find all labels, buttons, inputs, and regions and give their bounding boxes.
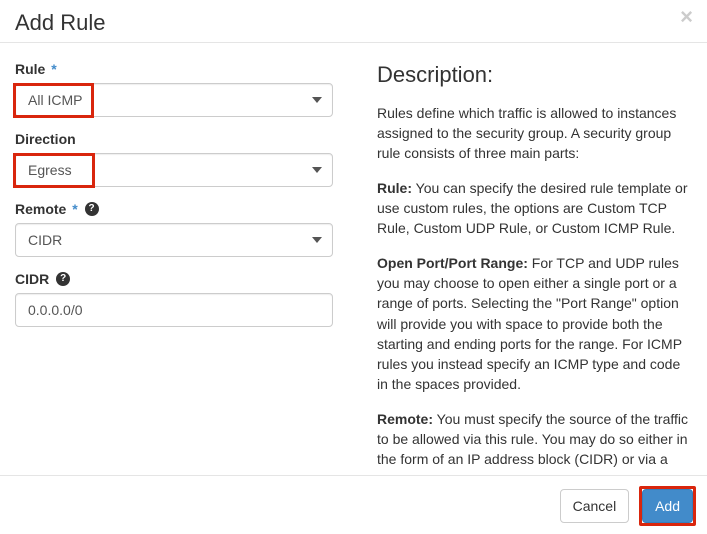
remote-group: Remote * ? CIDR bbox=[15, 201, 355, 257]
desc-remote-head: Remote: bbox=[377, 411, 433, 427]
remote-select[interactable]: CIDR bbox=[15, 223, 333, 257]
description-remote: Remote: You must specify the source of t… bbox=[377, 409, 692, 473]
direction-label: Direction bbox=[15, 131, 76, 147]
form-column: Rule * All ICMP Direction bbox=[15, 43, 355, 473]
required-star: * bbox=[72, 201, 77, 217]
dialog-footer: Cancel Add bbox=[0, 475, 707, 534]
help-icon[interactable]: ? bbox=[85, 202, 99, 216]
close-icon[interactable]: × bbox=[680, 6, 693, 28]
chevron-down-icon bbox=[312, 237, 322, 243]
dialog-body: Rule * All ICMP Direction bbox=[0, 43, 707, 473]
cidr-label: CIDR bbox=[15, 271, 49, 287]
cidr-input-value: 0.0.0.0/0 bbox=[28, 302, 83, 318]
rule-group: Rule * All ICMP bbox=[15, 61, 355, 117]
rule-select[interactable]: All ICMP bbox=[15, 83, 333, 117]
chevron-down-icon bbox=[312, 97, 322, 103]
desc-rule-body: You can specify the desired rule templat… bbox=[377, 180, 688, 237]
description-column: Description: Rules define which traffic … bbox=[355, 43, 692, 473]
cancel-button[interactable]: Cancel bbox=[560, 489, 630, 523]
remote-label: Remote bbox=[15, 201, 66, 217]
rule-select-value: All ICMP bbox=[28, 92, 82, 108]
description-rule: Rule: You can specify the desired rule t… bbox=[377, 178, 692, 239]
add-rule-dialog: Add Rule × Rule * All ICMP Di bbox=[0, 0, 707, 534]
remote-select-value: CIDR bbox=[28, 232, 62, 248]
description-port: Open Port/Port Range: For TCP and UDP ru… bbox=[377, 253, 692, 395]
rule-label: Rule bbox=[15, 61, 45, 77]
desc-port-head: Open Port/Port Range: bbox=[377, 255, 528, 271]
required-star: * bbox=[51, 61, 56, 77]
desc-port-body: For TCP and UDP rules you may choose to … bbox=[377, 255, 682, 393]
cidr-group: CIDR ? 0.0.0.0/0 bbox=[15, 271, 355, 327]
help-icon[interactable]: ? bbox=[56, 272, 70, 286]
highlight-box: Add bbox=[639, 486, 696, 526]
cidr-input[interactable]: 0.0.0.0/0 bbox=[15, 293, 333, 327]
dialog-header: Add Rule × bbox=[0, 0, 707, 43]
chevron-down-icon bbox=[312, 167, 322, 173]
add-button[interactable]: Add bbox=[642, 489, 693, 523]
description-title: Description: bbox=[377, 59, 692, 91]
direction-select[interactable]: Egress bbox=[15, 153, 333, 187]
dialog-title: Add Rule bbox=[15, 10, 692, 36]
desc-rule-head: Rule: bbox=[377, 180, 412, 196]
description-intro: Rules define which traffic is allowed to… bbox=[377, 103, 692, 164]
direction-group: Direction Egress bbox=[15, 131, 355, 187]
direction-select-value: Egress bbox=[28, 162, 72, 178]
